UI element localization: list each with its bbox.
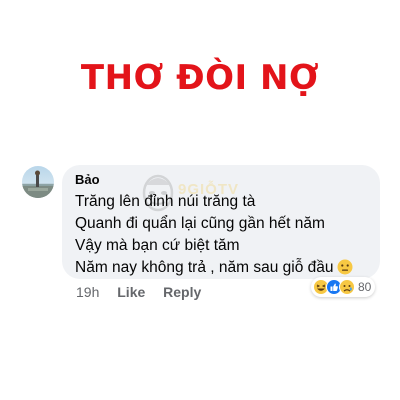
reaction-count: 80	[358, 280, 372, 294]
comment-actions: 19h Like Reply	[76, 284, 215, 300]
sad-icon	[339, 279, 355, 295]
avatar-photo-icon	[22, 170, 54, 198]
reaction-summary[interactable]: 80	[311, 277, 376, 297]
reply-button[interactable]: Reply	[163, 284, 201, 300]
comment-author[interactable]: Bảo	[75, 172, 100, 187]
comment-line: Quanh đi quẩn lại cũng gần hết năm	[75, 215, 325, 232]
comment-line-with-emoji: Năm nay không trả , năm sau giỗ đầu	[75, 259, 353, 280]
comment-line: Trăng lên đỉnh núi trăng tà	[75, 193, 256, 210]
comment-line: Năm nay không trả , năm sau giỗ đầu	[75, 259, 334, 276]
comment-timestamp[interactable]: 19h	[76, 284, 99, 300]
like-button[interactable]: Like	[117, 284, 145, 300]
headline-title: THƠ ĐÒI NỢ	[80, 58, 320, 98]
comment-line: Vậy mà bạn cứ biệt tăm	[75, 237, 240, 254]
avatar[interactable]	[22, 166, 54, 198]
comment-bubble: 9GIỖTV Bảo Trăng lên đỉnh núi trăng tà Q…	[62, 165, 380, 279]
